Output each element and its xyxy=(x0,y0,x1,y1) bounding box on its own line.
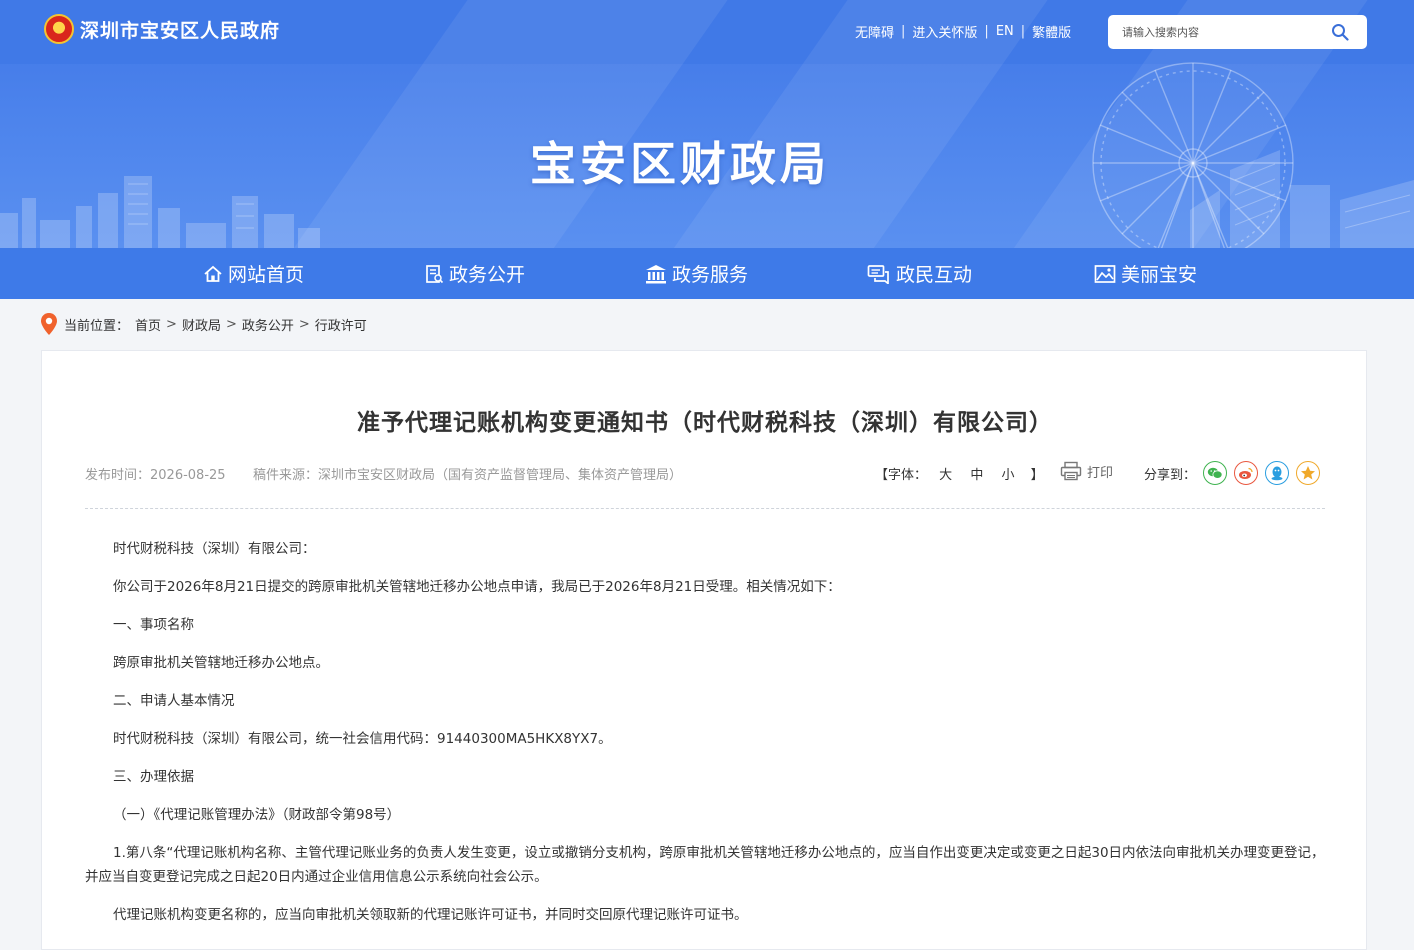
article-source: 稿件来源：深圳市宝安区财政局（国有资产监督管理局、集体资产管理局） xyxy=(253,468,683,483)
meta-divider xyxy=(85,508,1325,509)
article-paragraph: 你公司于2026年8月21日提交的跨原审批机关管辖地迁移办公地点申请，我局已于2… xyxy=(113,579,841,595)
share-weibo-button[interactable] xyxy=(1234,461,1258,485)
english-link[interactable]: EN xyxy=(996,24,1014,39)
article-paragraph: 时代财税科技（深圳）有限公司，统一社会信用代码：91440300MA5HKX8Y… xyxy=(113,731,612,747)
document-icon xyxy=(426,264,444,283)
department-title: 宝安区财政局 xyxy=(530,137,830,191)
printer-icon xyxy=(1060,461,1082,481)
main-nav: 网站首页 政务公开 政务服务 政民互动 美丽宝安 xyxy=(0,248,1414,299)
share-qq-button[interactable] xyxy=(1265,461,1289,485)
government-building-icon xyxy=(646,264,666,283)
city-skyline-left xyxy=(0,176,320,248)
qq-icon xyxy=(1271,466,1283,481)
share-qzone-button[interactable] xyxy=(1296,461,1320,485)
search-input[interactable] xyxy=(1122,25,1322,39)
nav-item-home[interactable]: 网站首页 xyxy=(203,248,304,299)
home-icon xyxy=(204,265,222,282)
article-paragraph: 时代财税科技（深圳）有限公司： xyxy=(113,541,316,557)
traditional-chinese-link[interactable]: 繁體版 xyxy=(1032,22,1071,41)
article-meta: 发布时间：2026-08-25 稿件来源：深圳市宝安区财政局（国有资产监督管理局… xyxy=(85,461,1325,485)
breadcrumb-finance-bureau[interactable]: 财政局 xyxy=(182,315,221,334)
print-button[interactable]: 打印 xyxy=(1060,461,1113,481)
city-skyline-right xyxy=(1190,150,1414,248)
breadcrumb-admin-permit[interactable]: 行政许可 xyxy=(315,315,367,334)
print-label: 打印 xyxy=(1087,465,1114,481)
nav-item-label: 美丽宝安 xyxy=(1121,264,1198,286)
weibo-icon xyxy=(1239,467,1253,479)
font-size-small-button[interactable]: 小 xyxy=(1001,468,1014,483)
font-size-label: 【字体： xyxy=(875,468,928,483)
search-box xyxy=(1108,15,1367,49)
nav-item-label: 政务公开 xyxy=(449,264,526,286)
share-wechat-button[interactable] xyxy=(1203,461,1227,485)
top-links: 无障碍 | 进入关怀版 | EN | 繁體版 xyxy=(855,22,1071,41)
article-paragraph: 1.第八条“代理记账机构名称、主管代理记账业务的负责人发生变更，设立或撤销分支机… xyxy=(85,845,1325,885)
location-pin-icon xyxy=(41,313,57,335)
article-paragraph: （一）《代理记账管理办法》（财政部令第98号） xyxy=(113,807,401,823)
article-paragraph: 代理记账机构变更名称的，应当向审批机关领取新的代理记账许可证书，并同时交回原代理… xyxy=(113,907,748,923)
share-label: 分享到： xyxy=(1144,468,1197,483)
nav-item-interaction[interactable]: 政民互动 xyxy=(867,248,972,299)
article-body: 时代财税科技（深圳）有限公司： 你公司于2026年8月21日提交的跨原审批机关管… xyxy=(85,537,1325,941)
nav-item-label: 政务服务 xyxy=(672,264,749,286)
link-separator: | xyxy=(984,24,989,39)
article-title: 准予代理记账机构变更通知书（时代财税科技（深圳）有限公司） xyxy=(357,409,1053,436)
font-size-medium-button[interactable]: 中 xyxy=(970,468,983,483)
chat-icon xyxy=(867,264,889,284)
nav-item-label: 政民互动 xyxy=(896,264,973,286)
search-icon[interactable] xyxy=(1331,23,1349,41)
link-separator: | xyxy=(901,24,906,39)
site-logo[interactable]: 深圳市宝安区人民政府 xyxy=(44,14,280,44)
picture-icon xyxy=(1094,264,1116,283)
font-size-control: 【字体： 大 中 小 】 xyxy=(875,464,1044,483)
nav-item-beautiful-baoan[interactable]: 美丽宝安 xyxy=(1094,248,1197,299)
site-name: 深圳市宝安区人民政府 xyxy=(80,19,281,42)
article-panel: 准予代理记账机构变更通知书（时代财税科技（深圳）有限公司） 发布时间：2026-… xyxy=(41,350,1367,950)
breadcrumb-separator: > xyxy=(166,316,177,332)
breadcrumb-separator: > xyxy=(225,316,237,332)
care-mode-link[interactable]: 进入关怀版 xyxy=(912,22,977,41)
breadcrumb: 当前位置： 首页 > 财政局 > 政务公开 > 行政许可 xyxy=(40,312,367,336)
article-paragraph: 跨原审批机关管辖地迁移办公地点。 xyxy=(113,655,329,671)
breadcrumb-gov-affairs-open[interactable]: 政务公开 xyxy=(242,315,294,334)
link-separator: | xyxy=(1020,24,1026,39)
nav-item-gov-affairs-open[interactable]: 政务公开 xyxy=(424,248,525,299)
publish-date: 发布时间：2026-08-25 xyxy=(85,468,226,483)
article-paragraph: 三、办理依据 xyxy=(113,769,194,785)
breadcrumb-separator: > xyxy=(298,316,310,332)
nav-item-gov-services[interactable]: 政务服务 xyxy=(645,248,748,299)
article-paragraph: 一、事项名称 xyxy=(113,617,194,633)
qzone-icon xyxy=(1301,466,1315,480)
header-banner: 深圳市宝安区人民政府 无障碍 | 进入关怀版 | EN | 繁體版 宝安区财政局 xyxy=(0,0,1414,248)
breadcrumb-label: 当前位置： xyxy=(64,318,130,334)
accessibility-link[interactable]: 无障碍 xyxy=(855,22,894,41)
breadcrumb-home[interactable]: 首页 xyxy=(135,315,161,334)
national-emblem-icon xyxy=(44,14,74,44)
wechat-icon xyxy=(1207,467,1223,479)
font-size-large-button[interactable]: 大 xyxy=(939,468,952,483)
article-paragraph: 二、申请人基本情况 xyxy=(113,693,235,709)
font-size-close-bracket: 】 xyxy=(1030,468,1044,483)
nav-item-label: 网站首页 xyxy=(228,264,305,286)
